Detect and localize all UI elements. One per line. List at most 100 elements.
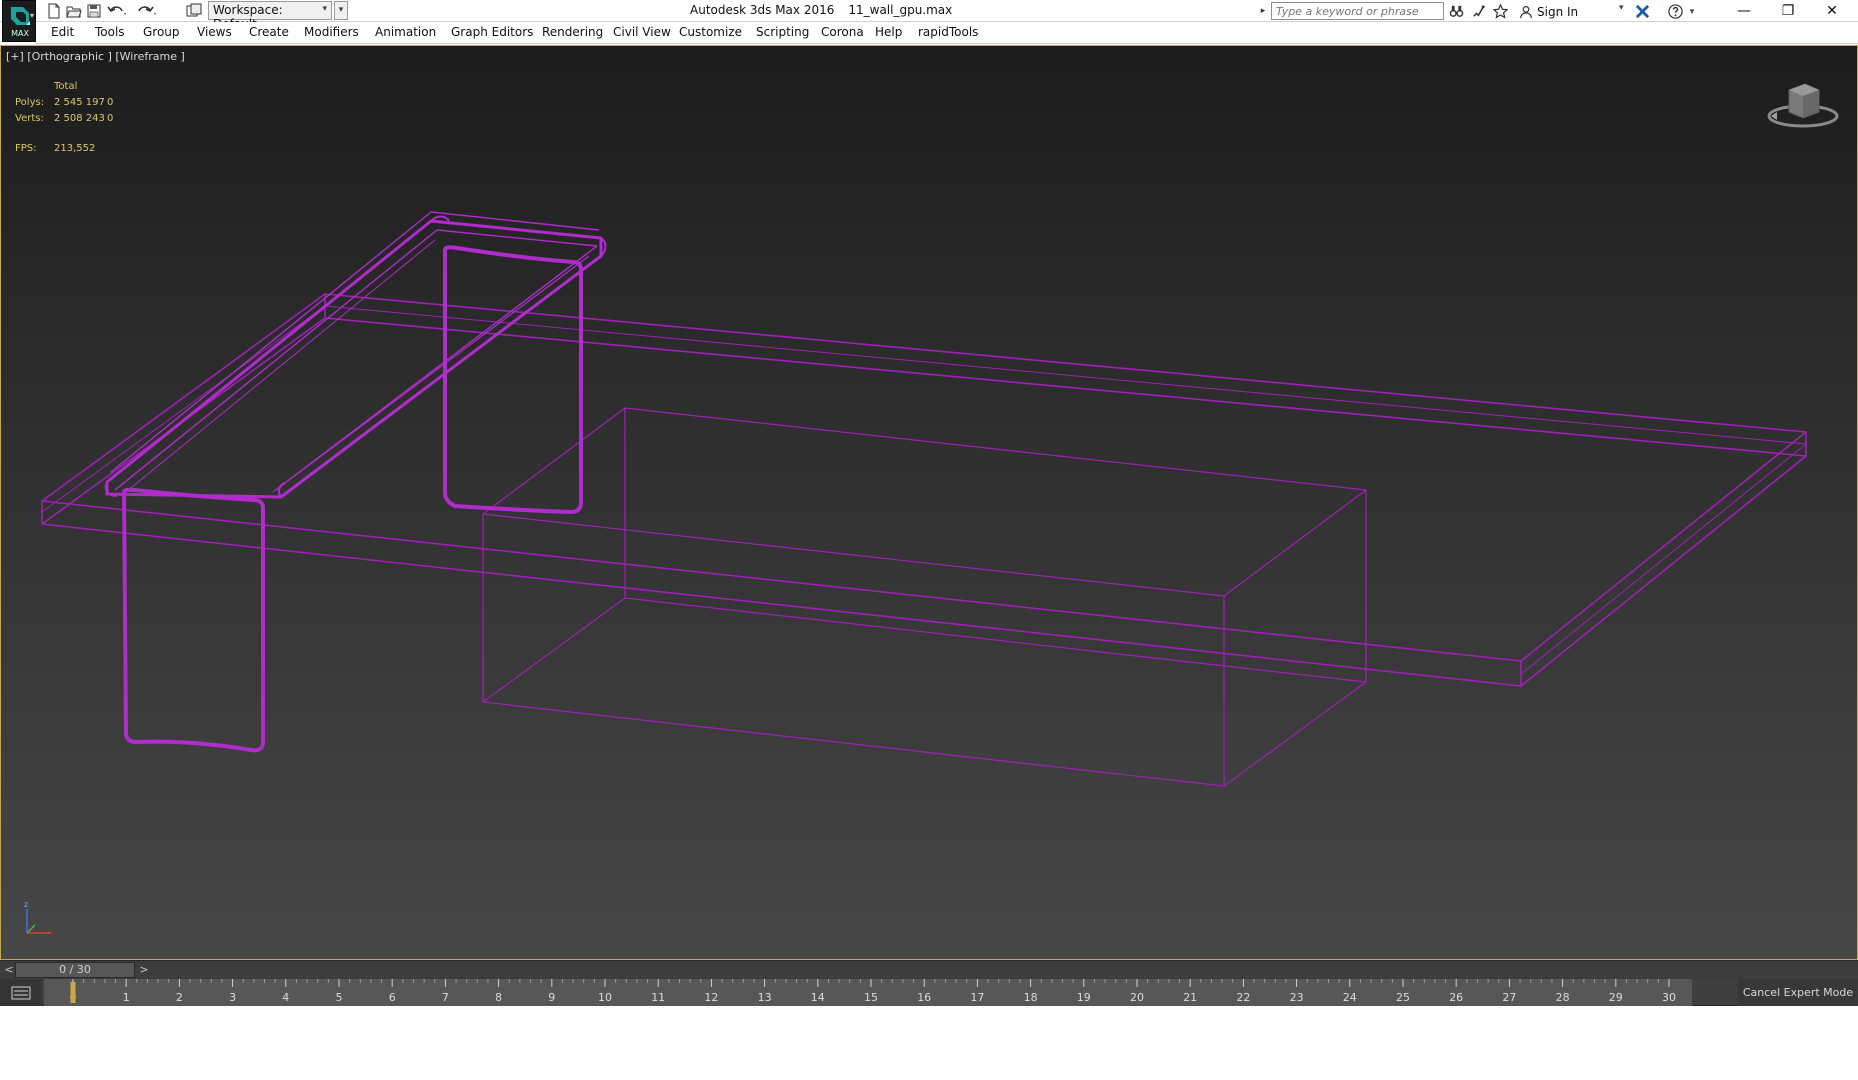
frame-tick-label: 15 — [864, 991, 878, 1004]
quick-access-customize-button[interactable]: ▾ — [334, 1, 348, 20]
workspace-dropdown[interactable]: Workspace: Default ▾ — [208, 1, 332, 31]
menu-edit[interactable]: Edit — [51, 25, 74, 39]
time-slider-prev-button[interactable]: < — [3, 962, 15, 978]
frame-tick-label: 27 — [1502, 991, 1516, 1004]
track-bar-menu-button[interactable] — [0, 979, 42, 1006]
viewport-label[interactable]: [+] [Orthographic ] [Wireframe ] — [6, 50, 185, 63]
viewcube-icon[interactable] — [1763, 76, 1843, 136]
open-file-icon[interactable] — [64, 2, 84, 20]
frame-tick-label: 22 — [1236, 991, 1250, 1004]
sign-in-label: Sign In — [1537, 4, 1579, 19]
frame-tick-label: 13 — [758, 991, 772, 1004]
frame-tick-label: 16 — [917, 991, 931, 1004]
restore-button[interactable]: ❐ — [1766, 0, 1810, 22]
menu-tools[interactable]: Tools — [95, 25, 125, 39]
chevron-down-icon[interactable]: ▾ — [1619, 3, 1624, 13]
bench-top-wireframe — [104, 211, 607, 499]
logo-text: MAX — [11, 29, 29, 38]
file-name: 11_wall_gpu.max — [848, 3, 953, 17]
help-icon[interactable] — [1664, 3, 1686, 20]
menu-graph-editors[interactable]: Graph Editors — [451, 25, 533, 39]
undo-icon[interactable] — [104, 2, 130, 20]
chevron-down-icon[interactable]: ▾ — [1686, 3, 1698, 20]
time-slider[interactable]: 0 / 30 — [15, 962, 135, 978]
minimize-button[interactable]: — — [1722, 0, 1766, 22]
frame-tick-label: 8 — [495, 991, 502, 1004]
frame-tick-label: 2 — [176, 991, 183, 1004]
window-title: Autodesk 3ds Max 2016 11_wall_gpu.max — [690, 3, 952, 17]
chevron-down-icon: ▾ — [322, 4, 327, 14]
track-bar: 0123456789101112131415161718192021222324… — [0, 979, 1858, 1006]
frame-tick-label: 5 — [336, 991, 343, 1004]
stats-header: Total — [54, 81, 78, 92]
user-icon — [1520, 5, 1532, 18]
menu-scripting[interactable]: Scripting — [756, 25, 809, 39]
new-file-icon[interactable] — [44, 2, 64, 20]
frame-tick-label: 28 — [1556, 991, 1570, 1004]
communication-center-icon[interactable] — [1469, 3, 1487, 20]
menu-create[interactable]: Create — [249, 25, 289, 39]
menu-modifiers[interactable]: Modifiers — [304, 25, 359, 39]
frame-tick-label: 14 — [811, 991, 825, 1004]
frame-tick-label: 7 — [442, 991, 449, 1004]
search-expand-icon[interactable]: ▸ — [1257, 2, 1269, 20]
verts-label: Verts: — [15, 113, 44, 124]
curve-editor-icon — [11, 986, 31, 999]
close-button[interactable]: ✕ — [1810, 0, 1854, 22]
polys-label: Polys: — [15, 97, 45, 108]
menu-rendering[interactable]: Rendering — [542, 25, 603, 39]
frame-tick-label: 3 — [229, 991, 236, 1004]
menu-animation[interactable]: Animation — [375, 25, 436, 39]
verts-selected: 0 — [107, 113, 114, 124]
menu-rapidtools[interactable]: rapidTools — [918, 25, 978, 39]
frame-tick-label: 23 — [1290, 991, 1304, 1004]
exchange-x-icon[interactable] — [1633, 3, 1651, 20]
wireframe-scene[interactable] — [1, 46, 1857, 959]
frame-tick-label: 20 — [1130, 991, 1144, 1004]
fps-value: 213,552 — [54, 143, 96, 154]
time-slider-next-button[interactable]: > — [137, 962, 151, 978]
cancel-expert-mode-button[interactable]: Cancel Expert Mode — [1738, 979, 1858, 1006]
project-icon[interactable] — [184, 2, 204, 20]
menu-bar: Edit Tools Group Views Create Modifiers … — [36, 22, 1858, 44]
track-bar-ruler[interactable]: 0123456789101112131415161718192021222324… — [44, 979, 1692, 1006]
frame-tick-label: 4 — [282, 991, 289, 1004]
frame-tick-label: 26 — [1449, 991, 1463, 1004]
menu-views[interactable]: Views — [197, 25, 232, 39]
frame-tick-label: 11 — [651, 991, 665, 1004]
menu-help[interactable]: Help — [875, 25, 902, 39]
fps-label: FPS: — [15, 143, 37, 154]
viewport-orthographic[interactable]: [+] [Orthographic ] [Wireframe ] Total P… — [0, 45, 1858, 960]
axis-tripod-icon: z — [24, 901, 51, 934]
menu-group[interactable]: Group — [143, 25, 180, 39]
sign-in-button[interactable]: Sign In — [1519, 3, 1578, 20]
menu-customize[interactable]: Customize — [679, 25, 742, 39]
favorites-star-icon[interactable] — [1491, 3, 1509, 20]
frame-tick-label: 24 — [1343, 991, 1357, 1004]
frame-tick-label: 10 — [598, 991, 612, 1004]
binoculars-icon[interactable] — [1447, 3, 1465, 20]
polys-selected: 0 — [107, 97, 114, 108]
frame-tick-label: 6 — [389, 991, 396, 1004]
frame-ruler[interactable]: 0123456789101112131415161718192021222324… — [44, 979, 1692, 1006]
menu-corona[interactable]: Corona — [821, 25, 864, 39]
menu-civil-view[interactable]: Civil View — [613, 25, 671, 39]
verts-value: 2 508 243 — [54, 113, 105, 124]
application-button[interactable]: MAX ▾ — [2, 0, 36, 42]
bench-leg-left-wireframe — [122, 487, 265, 753]
axis-z-label: z — [24, 901, 28, 909]
redo-icon[interactable] — [134, 2, 160, 20]
chevron-down-icon: ▾ — [30, 11, 35, 20]
frame-tick-label: 17 — [970, 991, 984, 1004]
current-frame-marker[interactable] — [70, 982, 76, 1003]
save-icon[interactable] — [84, 2, 104, 20]
wall-slab-wireframe — [41, 293, 1807, 687]
polys-value: 2 545 197 — [54, 97, 105, 108]
3dsmax-logo-icon — [11, 7, 30, 25]
app-title: Autodesk 3ds Max 2016 — [690, 3, 835, 17]
search-input[interactable] — [1271, 2, 1444, 20]
frame-tick-label: 9 — [548, 991, 555, 1004]
frame-tick-label: 21 — [1183, 991, 1197, 1004]
frame-tick-label: 12 — [704, 991, 718, 1004]
frame-tick-label: 25 — [1396, 991, 1410, 1004]
